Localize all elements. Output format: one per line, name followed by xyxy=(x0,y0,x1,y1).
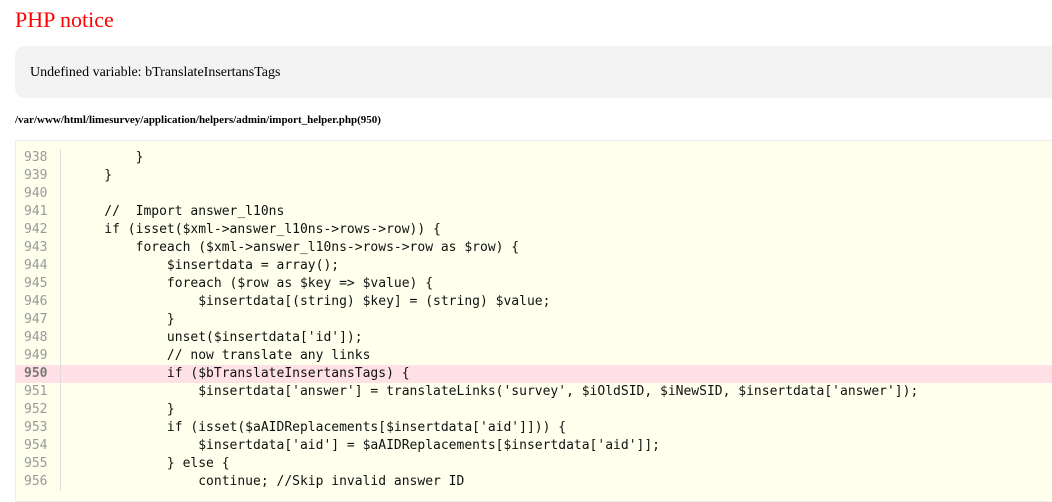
line-number: 953 xyxy=(16,419,61,437)
code-line: 940 xyxy=(16,185,1052,203)
line-number: 941 xyxy=(16,203,61,221)
code-text: // Import answer_l10ns xyxy=(73,204,285,219)
code-line: 949 // now translate any links xyxy=(16,347,1052,365)
error-message: Undefined variable: bTranslateInsertansT… xyxy=(30,65,281,80)
code-text: } xyxy=(73,312,175,327)
code-line: 943 foreach ($xml->answer_l10ns->rows->r… xyxy=(16,239,1052,257)
code-line: 941 // Import answer_l10ns xyxy=(16,203,1052,221)
code-line: 945 foreach ($row as $key => $value) { xyxy=(16,275,1052,293)
code-text: $insertdata = array(); xyxy=(73,258,340,273)
code-text: if (isset($xml->answer_l10ns->rows->row)… xyxy=(73,222,441,237)
line-number: 954 xyxy=(16,437,61,455)
code-text: } else { xyxy=(73,456,230,471)
error-code-line: 950 if ($bTranslateInsertansTags) { xyxy=(16,365,1052,383)
code-text: unset($insertdata['id']); xyxy=(73,330,363,345)
line-number: 952 xyxy=(16,401,61,419)
code-line: 954 $insertdata['aid'] = $aAIDReplacemen… xyxy=(16,437,1052,455)
error-message-box: Undefined variable: bTranslateInsertansT… xyxy=(15,46,1052,98)
code-text: } xyxy=(73,150,144,165)
line-number: 950 xyxy=(16,365,61,383)
code-line: 942 if (isset($xml->answer_l10ns->rows->… xyxy=(16,221,1052,239)
line-number: 939 xyxy=(16,167,61,185)
error-title: PHP notice xyxy=(15,7,114,32)
code-line: 944 $insertdata = array(); xyxy=(16,257,1052,275)
code-line: 952 } xyxy=(16,401,1052,419)
line-number: 946 xyxy=(16,293,61,311)
line-number: 951 xyxy=(16,383,61,401)
code-line: 948 unset($insertdata['id']); xyxy=(16,329,1052,347)
line-number: 947 xyxy=(16,311,61,329)
line-number: 949 xyxy=(16,347,61,365)
line-number: 945 xyxy=(16,275,61,293)
code-text: if ($bTranslateInsertansTags) { xyxy=(73,366,410,381)
code-text: } xyxy=(73,168,113,183)
line-number: 955 xyxy=(16,455,61,473)
line-number: 948 xyxy=(16,329,61,347)
code-line: 956 continue; //Skip invalid answer ID xyxy=(16,473,1052,491)
code-line: 946 $insertdata[(string) $key] = (string… xyxy=(16,293,1052,311)
code-text: $insertdata[(string) $key] = (string) $v… xyxy=(73,294,551,309)
line-number: 942 xyxy=(16,221,61,239)
code-line: 939 } xyxy=(16,167,1052,185)
code-text: foreach ($row as $key => $value) { xyxy=(73,276,434,291)
code-text: $insertdata['aid'] = $aAIDReplacements[$… xyxy=(73,438,660,453)
code-text: continue; //Skip invalid answer ID xyxy=(73,474,465,489)
line-number: 943 xyxy=(16,239,61,257)
error-file-path: /var/www/html/limesurvey/application/hel… xyxy=(15,114,381,126)
code-line: 947 } xyxy=(16,311,1052,329)
code-text: // now translate any links xyxy=(73,348,371,363)
code-line: 953 if (isset($aAIDReplacements[$insertd… xyxy=(16,419,1052,437)
line-number: 938 xyxy=(16,149,61,167)
source-code-block: 938 } 939 } 940 941 // Import answer_l10ns 9… xyxy=(15,140,1052,502)
line-number: 944 xyxy=(16,257,61,275)
line-number: 956 xyxy=(16,473,61,491)
code-line: 938 } xyxy=(16,149,1052,167)
line-number: 940 xyxy=(16,185,61,203)
code-text: foreach ($xml->answer_l10ns->rows->row a… xyxy=(73,240,520,255)
code-line: 951 $insertdata['answer'] = translateLin… xyxy=(16,383,1052,401)
code-text: } xyxy=(73,402,175,417)
code-text: if (isset($aAIDReplacements[$insertdata[… xyxy=(73,420,567,435)
code-line: 955 } else { xyxy=(16,455,1052,473)
code-text: $insertdata['answer'] = translateLinks('… xyxy=(73,384,919,399)
